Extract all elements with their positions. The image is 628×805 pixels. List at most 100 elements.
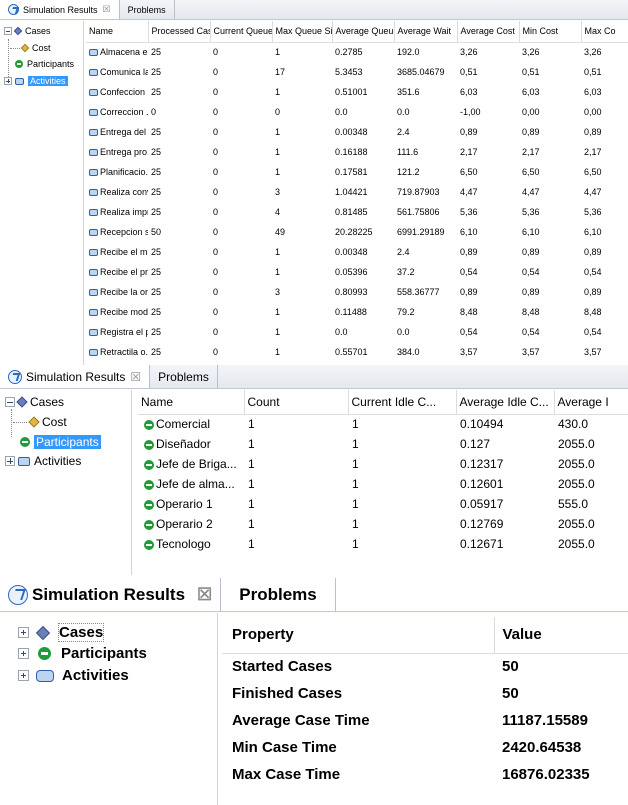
column-header[interactable]: Name — [86, 21, 149, 43]
table-row[interactable]: Started Cases 50 — [222, 653, 628, 680]
tab-problems[interactable]: Problems — [150, 365, 218, 388]
expand-icon[interactable] — [18, 648, 29, 659]
tab-close-icon[interactable]: ☒ — [103, 4, 111, 15]
column-header[interactable]: Value — [494, 617, 628, 654]
activity-icon — [89, 309, 98, 317]
row-name-cell: Almacena el... — [86, 42, 148, 62]
tree-node-participants[interactable]: Participants — [20, 435, 101, 449]
column-header[interactable]: Max Queue Size — [272, 21, 333, 43]
column-header[interactable]: Average Wait — [394, 21, 458, 43]
column-header[interactable]: Name — [138, 390, 245, 415]
cell-text: 0 — [213, 67, 219, 77]
table-row[interactable]: Registra el p...25 0 1 0.0 0.0 0,54 0,54 0,54 — [86, 322, 628, 342]
expand-icon[interactable] — [18, 670, 29, 681]
table-row[interactable]: Tecnologo 1 1 0.12671 2055.0 — [138, 534, 628, 554]
tree-node-cases[interactable]: Cases — [5, 395, 64, 409]
expand-icon[interactable] — [18, 627, 29, 638]
tree-node-activities[interactable]: Activities — [18, 667, 129, 684]
cell-text: Operario 1 — [156, 497, 213, 511]
cell-text: 50 — [151, 227, 162, 237]
table-row[interactable]: Comercial 1 1 0.10494 430.0 — [138, 414, 628, 434]
cell-text: Recibe el pr... — [100, 267, 148, 277]
table-row[interactable]: Almacena el...25 0 1 0.2785 192.0 3,26 3,26 3,2… — [86, 42, 628, 62]
table-row[interactable]: Recibe mod...25 0 1 0.11488 79.2 8,48 8,48 8,48 — [86, 302, 628, 322]
tab-simulation-results[interactable]: Simulation Results ☒ — [0, 578, 222, 611]
tab-problems[interactable]: Problems — [221, 578, 336, 611]
tree-node-cost[interactable]: Cost — [20, 43, 51, 53]
cell-text: Recibe el m... — [100, 247, 148, 257]
tab-simulation-results[interactable]: Simulation Results ☒ — [0, 365, 151, 388]
tab-simulation-results[interactable]: Simulation Results ☒ — [0, 0, 120, 19]
table-row[interactable]: Realiza impr...25 0 4 0.81485 561.75806 5,36 5… — [86, 202, 628, 222]
table-cell: 0 — [210, 182, 272, 202]
column-header[interactable]: Processed Cases — [148, 21, 211, 43]
expand-icon[interactable] — [5, 456, 15, 466]
table-row[interactable]: Correccion ...0000.00.0-1,000,000,00 — [86, 102, 628, 122]
tab-close-icon[interactable]: ☒ — [130, 370, 141, 384]
column-header[interactable]: Current Queue... — [210, 21, 273, 43]
tree-node-activities[interactable]: Activities — [4, 76, 68, 86]
cell-text: 17 — [275, 67, 286, 77]
table-row[interactable]: Recepcion s...50 0 49 20.28225 6991.29189 6,1… — [86, 222, 628, 242]
table-row[interactable]: Retractila o... 25 0 1 0.55701 384.0 3,57 3,57 3… — [86, 342, 628, 362]
table-row[interactable]: Operario 1 1 1 0.05917 555.0 — [138, 494, 628, 514]
tree-node-participants[interactable]: Participants — [18, 645, 147, 662]
cell-text: 25 — [151, 47, 162, 58]
cell-text: 6,03 — [584, 87, 602, 97]
tab-problems[interactable]: Problems — [120, 0, 175, 19]
cell-text: 1 — [248, 537, 255, 551]
column-header[interactable]: Average Queu... — [332, 21, 395, 43]
collapse-icon[interactable] — [5, 397, 15, 407]
table-row[interactable]: Min Case Time 2420.64538 — [222, 734, 628, 761]
tree-node-cases[interactable]: Cases — [18, 623, 105, 642]
column-header[interactable]: Current Idle C... — [348, 390, 457, 415]
table-row[interactable]: Confeccion ...25 0 1 0.51001 351.6 6,03 6,03 6,… — [86, 82, 628, 102]
row-name-cell: Average Case Time — [222, 707, 494, 734]
table-row[interactable]: Operario 2 1 1 0.12769 2055.0 — [138, 514, 628, 534]
activity-icon — [89, 49, 98, 57]
activity-icon — [89, 269, 98, 277]
expand-icon[interactable] — [4, 77, 12, 85]
column-header[interactable]: Average I — [554, 390, 628, 415]
cell-text: 25 — [151, 127, 162, 137]
table-row[interactable]: Recibe el pr...25 0 1 0.05396 37.2 0,54 0,54 0,… — [86, 262, 628, 282]
row-name-cell: Entrega pro... — [86, 142, 148, 162]
tree-node-cases[interactable]: Cases — [4, 26, 51, 36]
cell-text: 50 — [502, 658, 519, 676]
table-row[interactable]: Diseñador 1 1 0.127 2055.0 — [138, 434, 628, 454]
column-header[interactable]: Average Cost — [457, 21, 520, 43]
collapse-icon[interactable] — [4, 27, 12, 35]
table-cell: 3,26 — [519, 42, 581, 62]
cell-text: 6991.29189 — [397, 227, 445, 237]
table-row[interactable]: Jefe de Briga... 1 1 0.12317 2055.0 — [138, 454, 628, 474]
column-header[interactable]: Property — [222, 617, 495, 654]
tree-node-activities[interactable]: Activities — [5, 454, 81, 468]
table-row[interactable]: Realiza conv...25 0 3 1.04421 719.87903 4,47 4… — [86, 182, 628, 202]
table-row[interactable]: Comunica la...25 0 17 5.3453 3685.04679 0,51 0… — [86, 62, 628, 82]
table-row[interactable]: Max Case Time 16876.02335 — [222, 761, 628, 788]
cases-diamond-icon — [13, 26, 23, 36]
column-header[interactable]: Max Co — [581, 21, 628, 43]
table-row[interactable]: Finished Cases 50 — [222, 680, 628, 707]
column-header[interactable]: Min Cost — [519, 21, 582, 43]
cell-text: 0 — [213, 47, 219, 58]
table-row[interactable]: Jefe de alma... 1 1 0.12601 2055.0 — [138, 474, 628, 494]
tree-node-participants[interactable]: Participants — [15, 59, 74, 69]
table-row[interactable]: Recibe la or...25 0 3 0.80993 558.36777 0,89 0… — [86, 282, 628, 302]
table-row[interactable]: Entrega del ...25 0 1 0.00348 2.4 0,89 0,89 0,8… — [86, 122, 628, 142]
table-cell: 0 — [210, 262, 272, 282]
tab-close-icon[interactable]: ☒ — [197, 585, 212, 605]
column-header[interactable]: Average Idle C... — [456, 390, 555, 415]
cell-text: 0,00 — [584, 107, 602, 117]
table-row[interactable]: Average Case Time 11187.15589 — [222, 707, 628, 734]
cell-text: Correccion ... — [100, 107, 148, 117]
table-row[interactable]: Planificacio... 25 0 1 0.17581 121.2 6,50 6,50 6… — [86, 162, 628, 182]
table-cell: 1 — [244, 514, 348, 534]
cell-text: 0 — [213, 127, 219, 137]
tree-node-cost[interactable]: Cost — [28, 415, 67, 429]
column-header[interactable]: Count — [244, 390, 349, 415]
cell-text: 0.05396 — [335, 267, 368, 277]
table-row[interactable]: Entrega pro...25 0 1 0.16188 111.6 2,17 2,17 2,… — [86, 142, 628, 162]
table-row[interactable]: Recibe el m...25 0 1 0.00348 2.4 0,89 0,89 0,89 — [86, 242, 628, 262]
table-cell: 1 — [272, 342, 332, 362]
